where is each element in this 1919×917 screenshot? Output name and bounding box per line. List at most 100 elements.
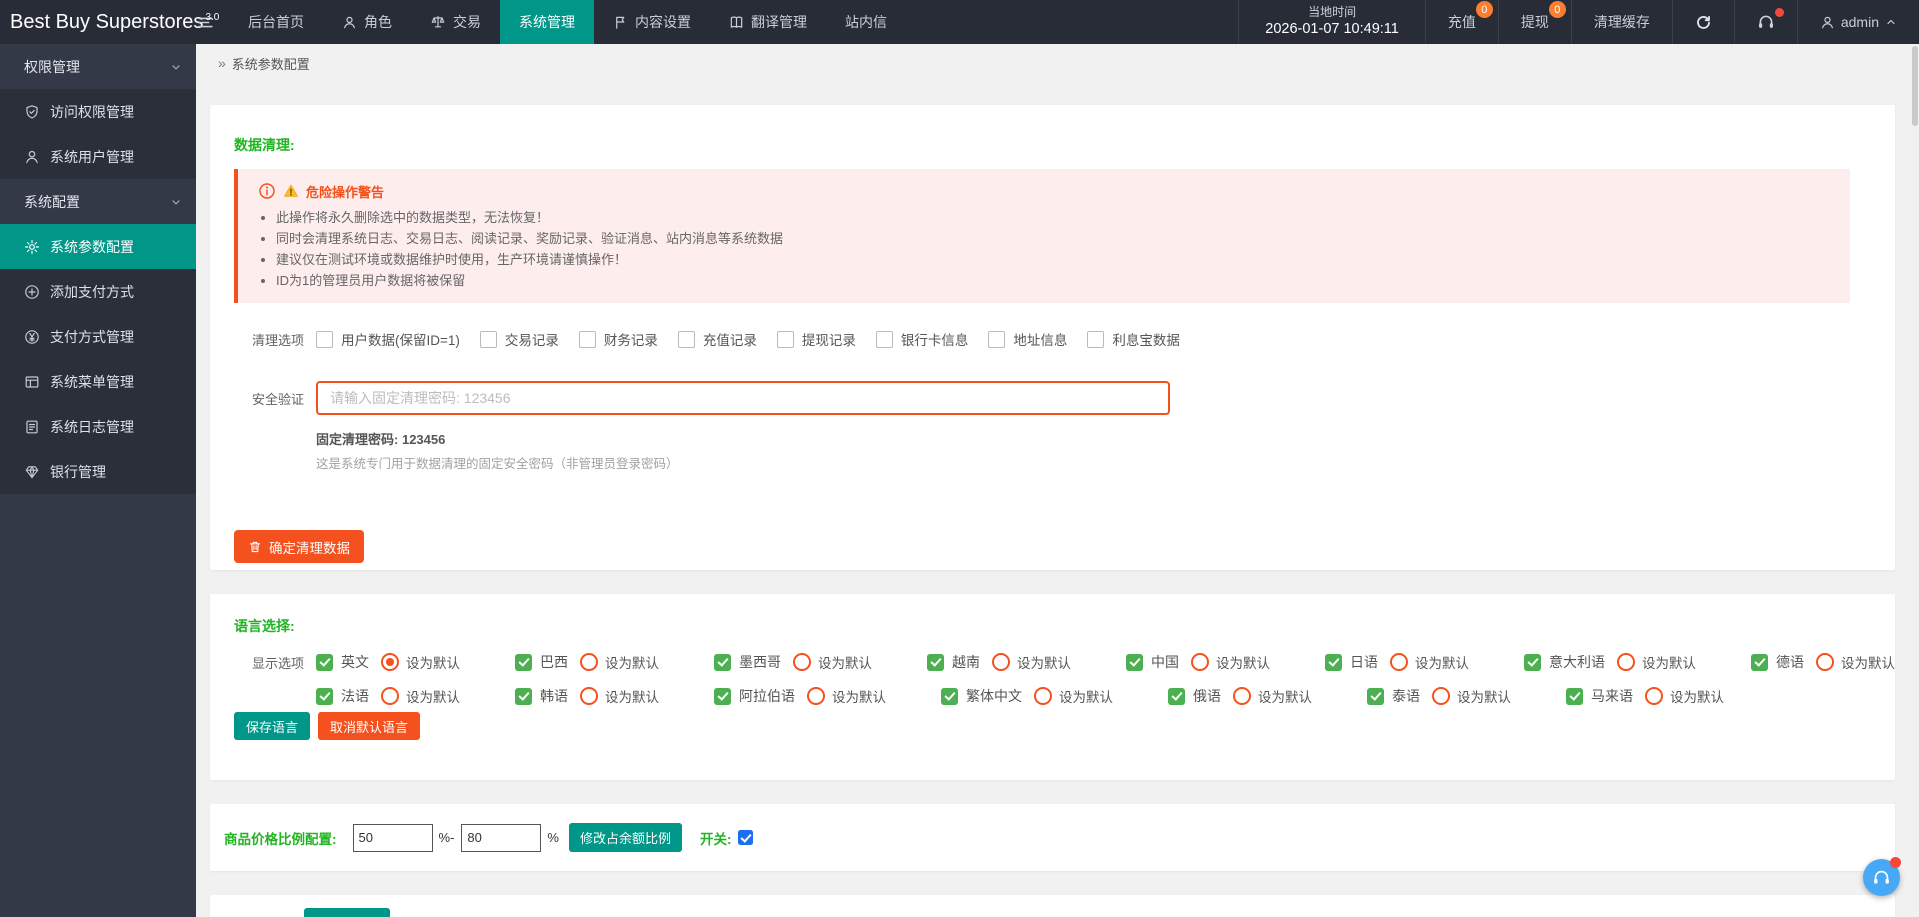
language-checkbox-checked[interactable] bbox=[316, 653, 333, 671]
danger-warning-box: 危险操作警告 此操作将永久删除选中的数据类型，无法恢复！ 同时会清理系统日志、交… bbox=[234, 169, 1850, 303]
sidebar-item-log-manage[interactable]: 系统日志管理 bbox=[0, 404, 196, 449]
local-time: 当地时间 2026-01-07 10:49:11 bbox=[1238, 0, 1425, 44]
language-card: 语言选择: 显示选项 英文 设为默认 巴西 设为默认 墨西哥 设为默认 越南 设为默认 … bbox=[210, 594, 1895, 780]
nav-roles[interactable]: 角色 bbox=[323, 0, 411, 44]
language-option-vietnam: 越南 设为默认 bbox=[927, 652, 1071, 672]
clean-option-withdraw-records[interactable]: 提现记录 bbox=[776, 329, 856, 349]
support-float-button[interactable] bbox=[1863, 857, 1901, 896]
fixed-password-label: 固定清理密码: bbox=[316, 432, 399, 447]
checkbox-unchecked[interactable] bbox=[875, 330, 893, 348]
checkbox-unchecked[interactable] bbox=[776, 330, 794, 348]
sidebar-item-menu-manage[interactable]: 系统菜单管理 bbox=[0, 359, 196, 404]
language-checkbox-checked[interactable] bbox=[515, 687, 532, 705]
sidebar-item-add-payment[interactable]: 添加支付方式 bbox=[0, 269, 196, 314]
nav-site-message[interactable]: 站内信 bbox=[826, 0, 906, 44]
topbar: Best Buy Superstores 3.0 后台首页 角色 交易 系统管理 … bbox=[0, 0, 1919, 44]
recharge-button[interactable]: 充值 0 bbox=[1424, 0, 1498, 44]
breadcrumb-arrow-icon: » bbox=[218, 55, 226, 71]
support-button[interactable] bbox=[1733, 0, 1797, 44]
default-radio[interactable] bbox=[580, 653, 598, 671]
price-max-input[interactable] bbox=[461, 823, 542, 852]
confirm-clean-button[interactable]: 确定清理数据 bbox=[234, 530, 364, 563]
language-checkbox-checked[interactable] bbox=[1566, 687, 1583, 705]
language-checkbox-checked[interactable] bbox=[1367, 687, 1384, 705]
sidebar-item-system-users[interactable]: 系统用户管理 bbox=[0, 134, 196, 179]
default-radio[interactable] bbox=[381, 687, 399, 705]
main-content: » 系统参数配置 数据清理: 危险操作警告 此操作将永久删除选中的数据类型，无法… bbox=[196, 44, 1919, 917]
switch-checkbox-checked[interactable] bbox=[738, 830, 754, 845]
default-radio[interactable] bbox=[1432, 687, 1450, 705]
clear-cache-button[interactable]: 清理缓存 bbox=[1570, 0, 1672, 44]
default-radio[interactable] bbox=[807, 687, 825, 705]
nav-content-settings[interactable]: 内容设置 bbox=[594, 0, 710, 44]
yen-circle-icon bbox=[24, 329, 40, 345]
cancel-default-language-button[interactable]: 取消默认语言 bbox=[318, 712, 421, 740]
language-checkbox-checked[interactable] bbox=[941, 687, 958, 705]
withdraw-button[interactable]: 提现 0 bbox=[1497, 0, 1571, 44]
language-checkbox-checked[interactable] bbox=[927, 653, 944, 671]
default-radio[interactable] bbox=[1390, 653, 1408, 671]
language-checkbox-checked[interactable] bbox=[316, 687, 333, 705]
nav-system-manage[interactable]: 系统管理 bbox=[500, 0, 594, 44]
checkbox-unchecked[interactable] bbox=[988, 330, 1006, 348]
language-checkbox-checked[interactable] bbox=[714, 653, 731, 671]
clean-options-row: 清理选项 用户数据(保留ID=1) 交易记录 财务记录 充值记录 提现记录 银行… bbox=[234, 329, 1895, 349]
modify-ratio-button[interactable]: 修改占余额比例 bbox=[568, 823, 682, 852]
warning-item: ID为1的管理员用户数据将被保留 bbox=[276, 270, 1830, 291]
language-option-russian: 俄语 设为默认 bbox=[1168, 686, 1312, 706]
sidebar-item-system-params[interactable]: 系统参数配置 bbox=[0, 224, 196, 269]
clean-option-user-data[interactable]: 用户数据(保留ID=1) bbox=[316, 329, 460, 349]
language-checkbox-checked[interactable] bbox=[714, 687, 731, 705]
clean-option-finance-records[interactable]: 财务记录 bbox=[578, 329, 658, 349]
default-radio[interactable] bbox=[1617, 653, 1635, 671]
notification-dot bbox=[1890, 857, 1901, 868]
scrollbar-thumb[interactable] bbox=[1912, 46, 1918, 126]
language-checkbox-checked[interactable] bbox=[1325, 653, 1342, 671]
language-checkbox-checked[interactable] bbox=[1751, 653, 1768, 671]
language-checkbox-checked[interactable] bbox=[1524, 653, 1541, 671]
default-radio[interactable] bbox=[793, 653, 811, 671]
data-clean-card: 数据清理: 危险操作警告 此操作将永久删除选中的数据类型，无法恢复！ 同时会清理… bbox=[210, 105, 1895, 570]
default-radio-selected[interactable] bbox=[381, 653, 399, 671]
sidebar-item-access-permission[interactable]: 访问权限管理 bbox=[0, 89, 196, 134]
language-checkbox-checked[interactable] bbox=[515, 653, 532, 671]
language-checkbox-checked[interactable] bbox=[1168, 687, 1185, 705]
recharge-badge: 0 bbox=[1475, 1, 1493, 18]
default-radio[interactable] bbox=[1645, 687, 1663, 705]
default-radio[interactable] bbox=[1191, 653, 1209, 671]
checkbox-unchecked[interactable] bbox=[578, 330, 596, 348]
clean-option-trade-records[interactable]: 交易记录 bbox=[479, 329, 559, 349]
admin-menu[interactable]: admin bbox=[1796, 0, 1919, 44]
nav-translate-manage[interactable]: 翻译管理 bbox=[710, 0, 826, 44]
default-radio[interactable] bbox=[580, 687, 598, 705]
default-radio[interactable] bbox=[1034, 687, 1052, 705]
checkbox-unchecked[interactable] bbox=[316, 330, 333, 348]
sidebar-item-bank-manage[interactable]: 银行管理 bbox=[0, 449, 196, 494]
notification-dot bbox=[1774, 8, 1784, 17]
default-radio[interactable] bbox=[1233, 687, 1251, 705]
save-language-button[interactable]: 保存语言 bbox=[234, 712, 311, 740]
sidebar-item-payment-manage[interactable]: 支付方式管理 bbox=[0, 314, 196, 359]
sidebar-group-system-config[interactable]: 系统配置 bbox=[0, 179, 196, 224]
clean-option-bank-cards[interactable]: 银行卡信息 bbox=[875, 329, 968, 349]
user-icon bbox=[24, 149, 40, 165]
percent-unit: % bbox=[547, 830, 559, 845]
nav-trade[interactable]: 交易 bbox=[411, 0, 500, 44]
default-radio[interactable] bbox=[992, 653, 1010, 671]
sidebar-group-permission[interactable]: 权限管理 bbox=[0, 44, 196, 89]
checkbox-unchecked[interactable] bbox=[479, 330, 497, 348]
language-checkbox-checked[interactable] bbox=[1126, 653, 1143, 671]
clean-option-recharge-records[interactable]: 充值记录 bbox=[677, 329, 757, 349]
default-radio[interactable] bbox=[1816, 653, 1834, 671]
nav-dashboard[interactable]: 后台首页 bbox=[229, 0, 323, 44]
refresh-button[interactable] bbox=[1671, 0, 1734, 44]
price-min-input[interactable] bbox=[352, 823, 433, 852]
security-code-input[interactable] bbox=[316, 381, 1170, 415]
checkbox-unchecked[interactable] bbox=[677, 330, 695, 348]
checkbox-unchecked[interactable] bbox=[1087, 330, 1105, 348]
partial-teal-button[interactable] bbox=[304, 908, 390, 917]
clean-option-interest-data[interactable]: 利息宝数据 bbox=[1087, 329, 1180, 349]
headset-icon bbox=[1757, 13, 1775, 31]
clean-option-addresses[interactable]: 地址信息 bbox=[988, 329, 1067, 349]
